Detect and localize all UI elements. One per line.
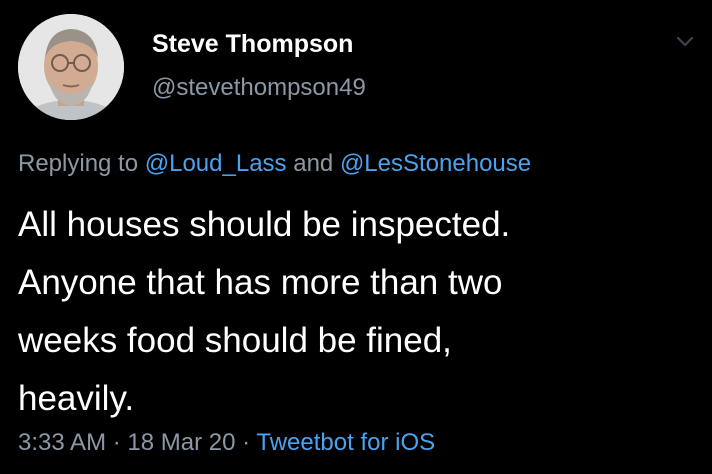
tweet-text-line: Anyone that has more than two [18,263,503,302]
author-handle[interactable]: @stevethompson49 [152,72,366,104]
tweet-text-line: weeks food should be fined, [18,321,452,360]
meta-separator: · [112,429,121,456]
meta-separator: · [242,429,251,456]
tweet-text-line: heavily. [18,379,135,418]
tweet-date[interactable]: 18 Mar 20 [127,429,235,456]
tweet-time[interactable]: 3:33 AM [18,429,106,456]
reply-prefix: Replying to [18,150,139,177]
reply-joiner: and [293,150,334,177]
tweet-text-line: All houses should be inspected. [18,205,511,244]
chevron-down-icon[interactable] [674,30,696,52]
reply-context: Replying to @Loud_Lass and @LesStonehous… [18,148,531,180]
tweet-source-link[interactable]: Tweetbot for iOS [256,429,435,456]
avatar[interactable] [18,14,124,120]
tweet-text: All houses should be inspected. Anyone t… [18,196,698,428]
author-display-name[interactable]: Steve Thompson [152,28,366,60]
author-block: Steve Thompson @stevethompson49 [152,28,366,104]
mention-link[interactable]: @LesStonehouse [340,150,531,177]
mention-link[interactable]: @Loud_Lass [145,150,287,177]
tweet-meta: 3:33 AM · 18 Mar 20 · Tweetbot for iOS [18,428,435,458]
profile-photo-icon [18,14,124,120]
tweet-card: Steve Thompson @stevethompson49 Replying… [0,0,712,474]
